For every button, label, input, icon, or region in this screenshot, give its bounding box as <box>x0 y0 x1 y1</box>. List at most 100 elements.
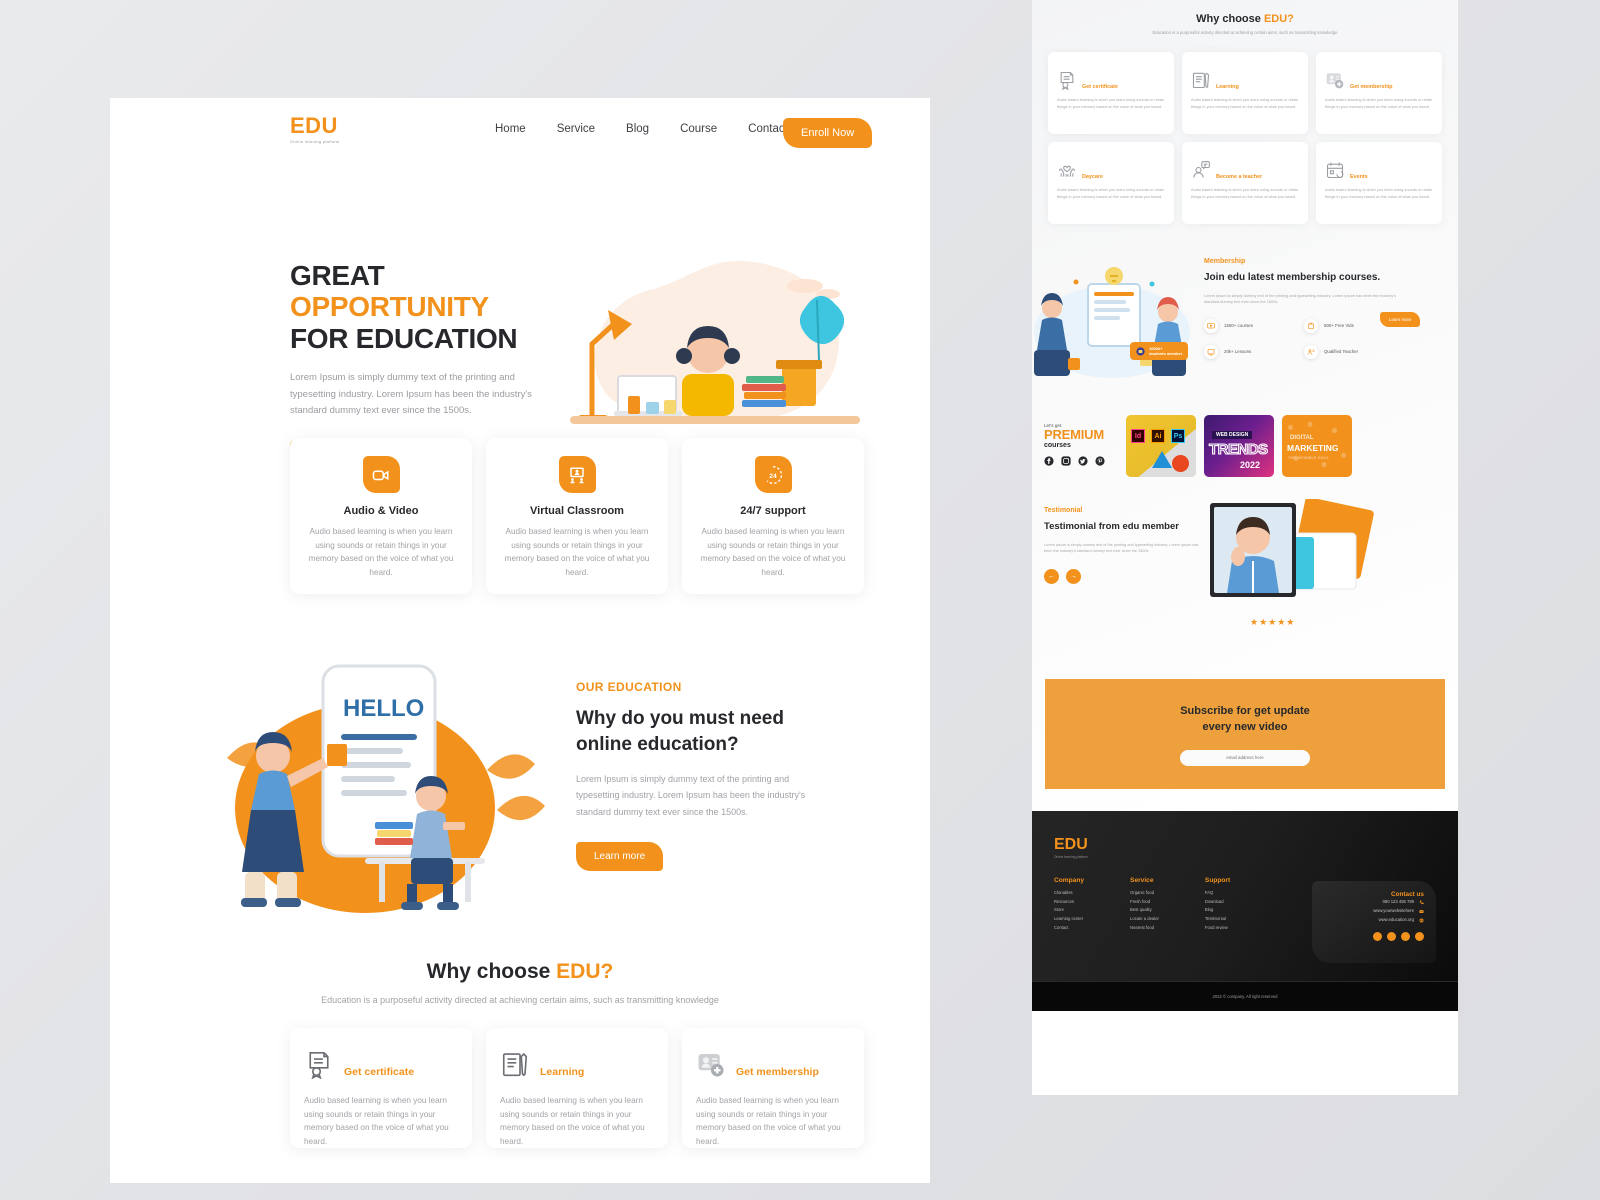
pinterest-icon[interactable] <box>1095 456 1105 467</box>
footer-column-support: Support FAQ Download Blog Testimonial Fo… <box>1205 877 1230 932</box>
footer-contact-text: www.education.org <box>1378 916 1414 922</box>
footer-link[interactable]: Best quality <box>1130 906 1159 915</box>
hero-line-2: OPPORTUNITY <box>290 291 489 323</box>
testimonial-next-button[interactable]: → <box>1066 568 1081 584</box>
nav-item-service[interactable]: Service <box>557 123 595 135</box>
feature-card-24-7-support[interactable]: 24 24/7 support Audio based learning is … <box>682 438 864 594</box>
footer-link[interactable]: FAQ <box>1205 889 1230 898</box>
book-pencil-icon <box>1192 72 1210 89</box>
footer-logo[interactable]: EDU Online learning platform <box>1054 837 1436 860</box>
footer-contact-site-row[interactable]: www.education.org <box>1324 916 1424 925</box>
footer-column-company: Company Clonables Resources Store Learni… <box>1054 877 1084 932</box>
right-why-card-daycare[interactable]: Daycare Audio based learning is when you… <box>1048 142 1174 225</box>
hero-line-3: FOR EDUCATION <box>290 322 518 354</box>
right-why-card-get-certificate[interactable]: Get certificate Audio based learning is … <box>1048 52 1174 135</box>
premium-heading-block: Let's get PREMIUM courses <box>1044 423 1105 467</box>
thumb-year-label: 2022 <box>1240 460 1261 471</box>
hero-paragraph: Lorem Ipsum is simply dummy text of the … <box>290 372 532 417</box>
facebook-icon[interactable] <box>1373 931 1382 941</box>
footer-column-title: Support <box>1204 877 1231 885</box>
hero-line-1: GREAT <box>290 260 385 291</box>
logo[interactable]: EDU Online learning platform <box>290 115 340 145</box>
web-design-trends-thumb[interactable]: WEB DESIGN TRENDS 2022 <box>1204 415 1274 478</box>
add-member-icon <box>698 1054 724 1077</box>
affinity-badge <box>1152 451 1172 469</box>
hero-illustration <box>570 260 860 424</box>
footer-link[interactable]: Testimonial <box>1205 915 1230 924</box>
footer-link[interactable]: Blog <box>1205 906 1230 915</box>
testimonial-text: Testimonial Testimonial from edu member … <box>1044 507 1199 584</box>
footer-link[interactable]: Resources <box>1054 898 1084 907</box>
why-card-get-certificate[interactable]: Get certificate Audio based learning is … <box>290 1028 472 1148</box>
instagram-icon[interactable] <box>1401 931 1410 941</box>
nav-item-course[interactable]: Course <box>680 123 717 135</box>
nav-item-home[interactable]: Home <box>495 123 526 135</box>
right-why-card-head: Learning <box>1191 62 1299 90</box>
our-education-paragraph: Lorem Ipsum is simply dummy text of the … <box>576 774 806 817</box>
navbar: EDU Online learning platform Home Servic… <box>110 98 930 170</box>
right-why-card-body: Audio based learning is when you learn u… <box>1057 187 1165 199</box>
right-why-card-body: Audio based learning is when you learn u… <box>1325 187 1433 199</box>
footer-link[interactable]: Download <box>1205 898 1230 907</box>
footer-column-list: Clonables Resources Store Learning cente… <box>1054 889 1084 932</box>
students-member-badge: 1000k+ students member <box>1130 342 1189 361</box>
twitter-icon[interactable] <box>1078 456 1088 467</box>
right-why-card-learning[interactable]: Learning Audio based learning is when yo… <box>1182 52 1308 135</box>
footer-link[interactable]: Store <box>1054 906 1084 915</box>
right-why-card-title: Become a teacher <box>1216 174 1263 181</box>
footer-link[interactable]: Clonables <box>1054 889 1084 898</box>
right-why-card-events[interactable]: Events Audio based learning is when you … <box>1316 142 1442 225</box>
thumb-main-label: MARKETING <box>1287 443 1339 454</box>
feature-card-audio-video[interactable]: Audio & Video Audio based learning is wh… <box>290 438 472 594</box>
testimonial-eyebrow: Testimonial <box>1044 507 1083 515</box>
footer-contact-text: www.yourwebsitehere <box>1373 907 1414 913</box>
footer-link[interactable]: Food review <box>1205 924 1230 933</box>
right-why-card-head: Events <box>1325 152 1433 180</box>
why-card-title: Get membership <box>736 1066 819 1078</box>
footer-link[interactable]: Locate a dealer <box>1130 915 1159 924</box>
membership-stat-lessons: 20k+ Lessons <box>1204 344 1304 359</box>
feature-card-virtual-classroom[interactable]: Virtual Classroom Audio based learning i… <box>486 438 668 594</box>
footer-link[interactable]: Organic food <box>1130 889 1159 898</box>
why-card-title: Get certificate <box>344 1066 415 1078</box>
why-card-get-membership[interactable]: Get membership Audio based learning is w… <box>682 1028 864 1148</box>
why-card-body: Audio based learning is when you learn u… <box>696 1096 841 1146</box>
office-badge <box>1172 455 1189 473</box>
footer-logo-tagline: Online learning platform <box>1054 855 1088 860</box>
premium-social-links <box>1044 456 1105 467</box>
footer-link[interactable]: Contact <box>1054 924 1084 933</box>
thumb-main-label: TRENDS <box>1209 441 1269 459</box>
right-why-card-head: Become a teacher <box>1191 152 1299 180</box>
footer-link[interactable]: Fresh food <box>1130 898 1159 907</box>
footer-contact-web-row[interactable]: www.yourwebsitehere <box>1324 907 1424 916</box>
membership-learn-more-button[interactable]: Learn more <box>1380 312 1421 328</box>
why-card-learning[interactable]: Learning Audio based learning is when yo… <box>486 1028 668 1148</box>
certificate-icon <box>1060 72 1074 91</box>
youtube-icon[interactable] <box>1415 931 1424 941</box>
membership-stat-label: 1500+ courses <box>1224 323 1253 329</box>
why-choose-cards: Get certificate Audio based learning is … <box>290 1028 864 1148</box>
instagram-icon[interactable] <box>1061 456 1071 467</box>
learn-more-button[interactable]: Learn more <box>576 841 664 871</box>
footer-link[interactable]: Nearest food <box>1130 924 1159 933</box>
adobe-suite-thumb[interactable]: Id Ai Ps <box>1126 415 1196 478</box>
premium-title: PREMIUM <box>1044 427 1104 443</box>
footer-contact-card: Contact us 080 123 455 789 www.yourwebsi… <box>1312 881 1436 964</box>
twitter-icon[interactable] <box>1387 931 1396 941</box>
footer-copyright-bar: 2022 © company, All right reserved <box>1032 981 1458 1012</box>
nav-item-contact[interactable]: Contact <box>748 123 788 135</box>
facebook-icon[interactable] <box>1044 456 1054 467</box>
right-why-card-become-a-teacher[interactable]: Become a teacher Audio based learning is… <box>1182 142 1308 225</box>
right-why-card-title: Get certificate <box>1082 84 1118 91</box>
right-page-mockup: Why choose EDU? Education is a purposefu… <box>1032 0 1458 1095</box>
nav-links: Home Service Blog Course Contact <box>495 123 788 135</box>
digital-marketing-thumb[interactable]: DIGITAL MARKETING THE INVISIBLE SKILL <box>1282 415 1352 478</box>
footer-link[interactable]: Learning center <box>1054 915 1084 924</box>
enroll-now-button[interactable]: Enroll Now <box>783 118 873 148</box>
footer-contact-phone-row[interactable]: 080 123 455 789 <box>1324 898 1424 907</box>
testimonial-prev-button[interactable]: ← <box>1044 568 1059 584</box>
left-page-mockup: EDU Online learning platform Home Servic… <box>110 98 930 1183</box>
right-why-card-get-membership[interactable]: Get membership Audio based learning is w… <box>1316 52 1442 135</box>
subscribe-email-input[interactable] <box>1180 749 1310 766</box>
nav-item-blog[interactable]: Blog <box>626 123 649 135</box>
